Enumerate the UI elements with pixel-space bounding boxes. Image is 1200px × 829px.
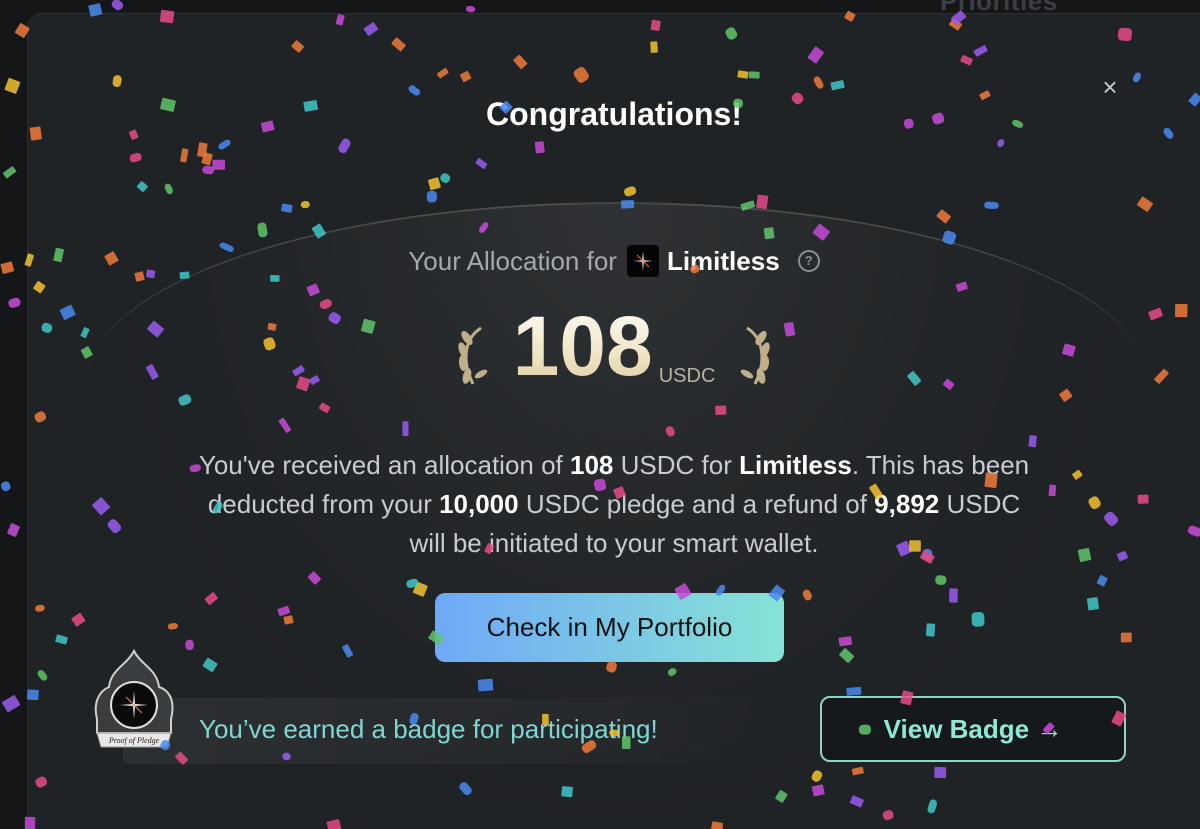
proof-of-pledge-badge: Proof of Pledge (94, 648, 174, 748)
desc-text-4: USDC pledge and a refund of (518, 489, 875, 519)
laurel-right-icon (741, 326, 771, 385)
desc-text-1: You've received an allocation of (198, 450, 571, 480)
view-badge-button[interactable]: View Badge → (820, 696, 1126, 762)
allocation-amount: 108 (512, 299, 653, 393)
confetti-piece (111, 0, 124, 11)
allocation-unit: USDC (658, 365, 716, 387)
confetti-piece (465, 5, 476, 13)
badge-image-text: Proof of Pledge (108, 736, 160, 745)
badge-earned-text: You’ve earned a badge for participating! (199, 714, 658, 744)
confetti-piece (7, 523, 20, 537)
modal-title: Congratulations! (486, 96, 742, 132)
allocation-description: You've received an allocation of 108 USD… (198, 446, 1030, 563)
congratulations-modal: × Congratulations! Your Allocation for L… (28, 14, 1200, 829)
confetti-piece (8, 297, 21, 308)
check-portfolio-button[interactable]: Check in My Portfolio (435, 593, 784, 662)
confetti-piece (0, 481, 11, 492)
confetti-piece (1, 695, 21, 713)
desc-amount: 108 (570, 450, 614, 480)
allocation-amount-row: 108 USDC (28, 298, 1200, 394)
desc-text-2: USDC for (613, 450, 740, 480)
allocation-label-row: Your Allocation for Limitless ? (28, 245, 1200, 277)
confetti-piece (4, 77, 21, 94)
allocation-label: Your Allocation for (408, 245, 617, 276)
token-name: Limitless (666, 245, 780, 276)
question-circle-icon[interactable]: ? (797, 250, 820, 272)
confetti-piece (3, 166, 17, 179)
desc-token: Limitless (739, 450, 852, 480)
laurel-left-icon (457, 326, 487, 385)
limitless-logo-icon (626, 245, 659, 277)
confetti-piece (0, 261, 15, 274)
desc-refund: 9,892 (874, 489, 940, 519)
desc-pledge: 10,000 (439, 489, 519, 519)
